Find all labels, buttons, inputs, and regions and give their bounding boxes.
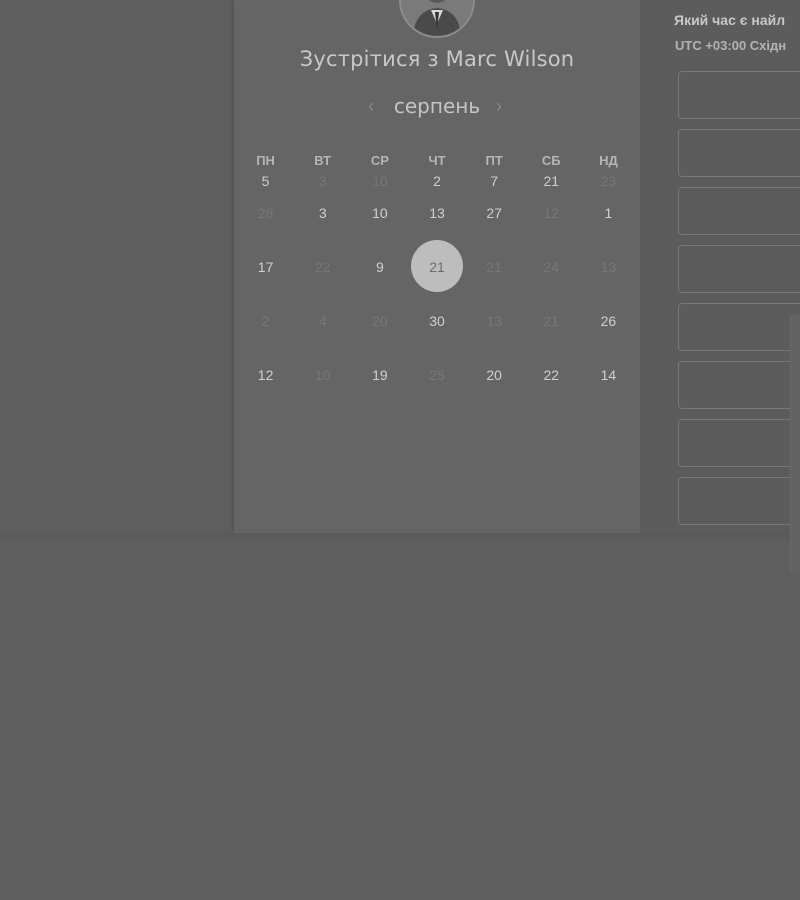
calendar-week: 2 4 20 30 13 21 26	[237, 309, 637, 363]
calendar-day: 13	[466, 309, 523, 363]
calendar-day: 23	[580, 169, 637, 201]
overlay-shadow	[0, 533, 800, 543]
day-number: 19	[372, 367, 388, 383]
calendar-day[interactable]: 27	[466, 201, 523, 255]
time-slot-button[interactable]	[678, 245, 800, 293]
time-slot-button[interactable]	[678, 361, 800, 409]
calendar-day: 22	[294, 255, 351, 309]
day-number: 25	[429, 367, 445, 383]
calendar-day[interactable]: 7	[466, 169, 523, 201]
day-number: 17	[257, 259, 274, 275]
day-number: 23	[600, 173, 617, 189]
day-number: 30	[429, 313, 445, 329]
day-number: 3	[318, 173, 327, 189]
time-slot-button[interactable]	[678, 477, 800, 525]
month-label: серпень	[393, 94, 481, 118]
calendar-day[interactable]: 9	[351, 255, 408, 309]
day-number: 10	[372, 205, 388, 221]
day-number: 12	[543, 205, 560, 221]
calendar-day: 24	[523, 255, 580, 309]
time-slot-button[interactable]	[678, 303, 800, 351]
calendar-day: 28	[237, 201, 294, 255]
day-number: 2	[261, 313, 270, 329]
calendar-day[interactable]: 2	[408, 169, 465, 201]
day-number: 9	[375, 259, 384, 275]
day-number: 13	[486, 313, 502, 329]
day-number: 21	[543, 173, 560, 189]
time-question: Який час є найл	[674, 12, 786, 28]
calendar-day: 4	[294, 309, 351, 363]
day-number: 10	[314, 367, 331, 383]
time-slot-button[interactable]	[678, 187, 800, 235]
day-number: 22	[314, 259, 331, 275]
day-number: 4	[318, 313, 327, 329]
timezone-selector[interactable]: UTC +03:00 Східн	[675, 38, 786, 53]
day-number: 13	[600, 259, 617, 275]
day-number: 21	[486, 259, 502, 275]
day-number: 2	[433, 173, 441, 189]
day-number: 21	[429, 259, 445, 275]
calendar-day[interactable]: 3	[294, 201, 351, 255]
day-number: 14	[600, 367, 617, 383]
calendar-day: 12	[523, 201, 580, 255]
calendar-day: 20	[351, 309, 408, 363]
calendar-day[interactable]: 19	[351, 363, 408, 417]
calendar-week: 17 22 9 21 21 24 13	[237, 240, 637, 309]
calendar-day[interactable]: 30	[408, 309, 465, 363]
calendar-day[interactable]: 12	[237, 363, 294, 417]
time-slot-button[interactable]	[678, 71, 800, 119]
scheduling-page: Зустрітися з Marc Wilson ‹ серпень › ПН В…	[0, 0, 800, 900]
calendar-day: 21	[466, 255, 523, 309]
day-number: 10	[372, 173, 388, 189]
calendar-day[interactable]: 22	[523, 363, 580, 417]
day-number: 28	[257, 205, 274, 221]
calendar-day: 10	[351, 169, 408, 201]
day-number: 5	[261, 173, 270, 189]
calendar-day[interactable]: 21	[523, 169, 580, 201]
day-number: 3	[318, 205, 327, 221]
calendar-day-selected[interactable]: 21	[408, 240, 465, 309]
calendar-day: 10	[294, 363, 351, 417]
calendar-day: 3	[294, 169, 351, 201]
calendar-day: 25	[408, 363, 465, 417]
day-number: 20	[372, 313, 388, 329]
time-slot-button[interactable]	[678, 419, 800, 467]
calendar-week: 5 3 10 2 7 21 23	[237, 169, 637, 201]
calendar-week: 12 10 19 25 20 22 14	[237, 363, 637, 417]
calendar-day[interactable]: 10	[351, 201, 408, 255]
day-number: 1	[604, 205, 613, 221]
side-panel	[790, 315, 800, 573]
month-navigation: ‹ серпень ›	[234, 94, 640, 122]
day-number: 27	[486, 205, 502, 221]
calendar-day[interactable]: 26	[580, 309, 637, 363]
day-number: 21	[543, 313, 560, 329]
time-slot-button[interactable]	[678, 129, 800, 177]
calendar-day: 21	[523, 309, 580, 363]
calendar-weeks: 5 3 10 2 7 21 23 28 3 10 13 27 12 1 17 22 9 21 21 24 13 2 4 20 3…	[237, 169, 637, 417]
day-number: 20	[486, 367, 502, 383]
chevron-right-icon[interactable]: ›	[496, 96, 502, 116]
calendar-day[interactable]: 14	[580, 363, 637, 417]
page-title: Зустрітися з Marc Wilson	[299, 47, 575, 71]
calendar-day[interactable]: 5	[237, 169, 294, 201]
day-number: 22	[543, 367, 560, 383]
day-number: 26	[600, 313, 617, 329]
calendar-day: 2	[237, 309, 294, 363]
day-number: 7	[490, 173, 499, 189]
calendar-day[interactable]: 20	[466, 363, 523, 417]
calendar-day: 13	[580, 255, 637, 309]
calendar-day[interactable]: 17	[237, 255, 294, 309]
day-number: 13	[429, 205, 445, 221]
calendar-grid: ПН ВТ СР ЧТ ПТ СБ НД 5 3 10 2 7 21 23 28 3 10 13 27 12 1 17 2…	[237, 150, 637, 417]
calendar-day[interactable]: 1	[580, 201, 637, 255]
day-number: 12	[257, 367, 274, 383]
day-number: 24	[543, 259, 560, 275]
